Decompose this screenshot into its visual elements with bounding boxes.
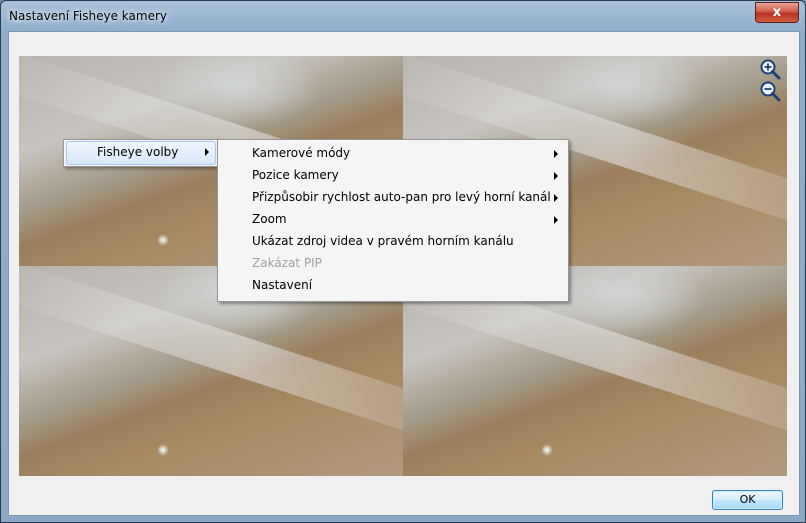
zoom-in-icon[interactable] (759, 58, 781, 80)
menu-item-label: Ukázat zdroj videa v pravém horním kanál… (252, 234, 514, 248)
dialog-window: Nastavení Fisheye kamery x Fisheye volby… (0, 0, 806, 523)
menu-item-label: Zakázat PIP (252, 256, 322, 270)
menu-item-auto-pan-speed[interactable]: Přizpůsobir rychlost auto-pan pro levý h… (218, 186, 568, 208)
menu-item-label: Pozice kamery (252, 168, 339, 182)
menu-item-fisheye-options[interactable]: Fisheye volby (66, 141, 216, 165)
menu-item-zoom[interactable]: Zoom (218, 208, 568, 230)
menu-item-show-video-source[interactable]: Ukázat zdroj videa v pravém horním kanál… (218, 230, 568, 252)
zoom-out-icon[interactable] (759, 80, 781, 102)
menu-item-camera-position[interactable]: Pozice kamery (218, 164, 568, 186)
submenu-arrow-icon (554, 194, 558, 202)
menu-item-label: Kamerové módy (252, 146, 351, 160)
submenu-arrow-icon (554, 172, 558, 180)
close-icon: x (772, 5, 782, 20)
submenu-arrow-icon (205, 148, 209, 156)
fisheye-video-view[interactable]: Fisheye volby Kamerové módy Pozice kamer… (19, 56, 787, 476)
close-button[interactable]: x (755, 2, 799, 23)
menu-item-settings[interactable]: Nastavení (218, 274, 568, 296)
ok-button[interactable]: OK (712, 490, 783, 510)
window-title: Nastavení Fisheye kamery (9, 9, 167, 23)
menu-item-label: Nastavení (252, 278, 313, 292)
menu-item-label: Fisheye volby (97, 145, 179, 159)
menu-item-label: Zoom (252, 212, 287, 226)
submenu-arrow-icon (554, 216, 558, 224)
fisheye-submenu: Kamerové módy Pozice kamery Přizpůsobir … (217, 139, 569, 302)
dialog-client-area: Fisheye volby Kamerové módy Pozice kamer… (8, 31, 800, 516)
context-menu: Fisheye volby (63, 139, 219, 167)
submenu-arrow-icon (554, 150, 558, 158)
menu-item-disable-pip: Zakázat PIP (218, 252, 568, 274)
menu-item-label: Přizpůsobir rychlost auto-pan pro levý h… (252, 190, 551, 204)
title-bar[interactable]: Nastavení Fisheye kamery x (1, 1, 805, 31)
menu-item-camera-modes[interactable]: Kamerové módy (218, 142, 568, 164)
